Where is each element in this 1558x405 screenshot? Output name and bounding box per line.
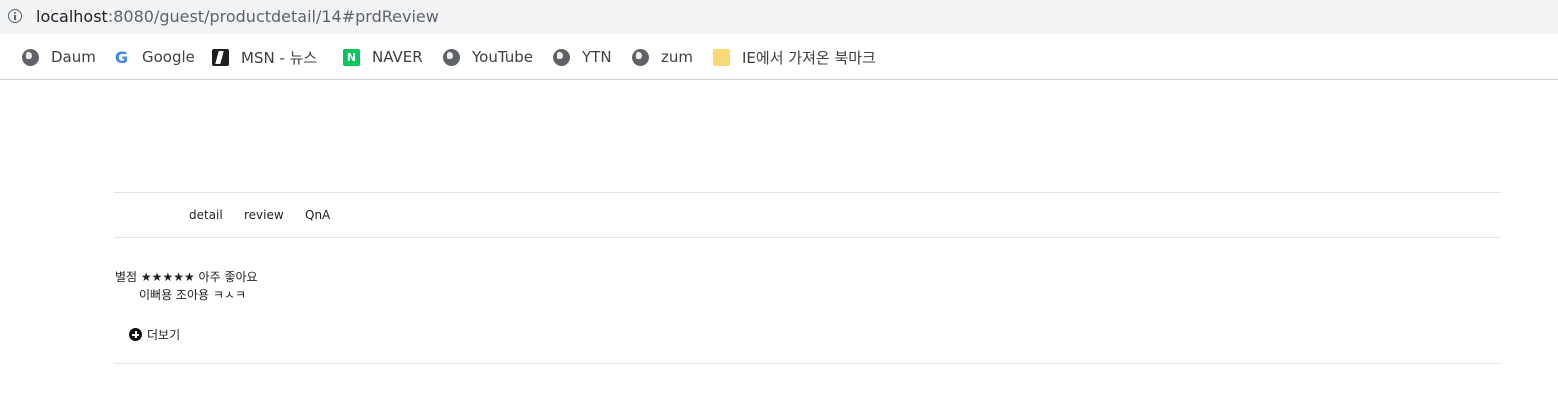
- tab-qna[interactable]: QnA: [305, 207, 330, 223]
- bookmark-daum[interactable]: Daum: [22, 47, 96, 67]
- google-icon: G: [114, 47, 129, 67]
- bookmark-zum[interactable]: zum: [632, 47, 693, 67]
- more-label: 더보기: [147, 328, 181, 342]
- url-path: :8080/guest/productdetail/14#prdReview: [107, 7, 439, 26]
- review-content: 이뻐용 조아용 ㅋㅅㅋ: [139, 288, 246, 302]
- address-bar: localhost:8080/guest/productdetail/14#pr…: [0, 0, 1558, 34]
- globe-icon: [22, 48, 39, 66]
- bookmarks-bar: Daum G Google MSN - 뉴스 N NAVER YouTube Y…: [0, 34, 1558, 80]
- folder-icon: [713, 48, 730, 66]
- bookmark-label: MSN - 뉴스: [241, 48, 318, 67]
- bookmark-folder-ie[interactable]: IE에서 가져온 북마크: [713, 47, 876, 67]
- bookmark-label: YouTube: [472, 48, 533, 66]
- globe-icon: [632, 48, 649, 66]
- url-field[interactable]: localhost:8080/guest/productdetail/14#pr…: [36, 7, 439, 27]
- bookmark-label: YTN: [582, 48, 612, 66]
- msn-icon: [212, 48, 229, 66]
- divider: [114, 192, 1501, 193]
- globe-icon: [443, 48, 460, 66]
- tab-detail[interactable]: detail: [189, 207, 223, 223]
- plus-circle-icon: [129, 328, 142, 341]
- bookmark-label: zum: [661, 48, 693, 66]
- rating-label: 별점: [115, 270, 138, 284]
- bookmark-label: IE에서 가져온 북마크: [742, 48, 876, 67]
- url-host: localhost: [36, 7, 108, 26]
- more-button[interactable]: 더보기: [129, 326, 180, 343]
- bookmark-ytn[interactable]: YTN: [553, 47, 612, 67]
- globe-icon: [553, 48, 570, 66]
- bookmark-label: NAVER: [372, 48, 423, 66]
- divider: [114, 363, 1501, 364]
- bookmark-label: Daum: [51, 48, 96, 66]
- star-rating: ★★★★★: [140, 270, 195, 284]
- divider: [114, 237, 1501, 238]
- bookmark-msn[interactable]: MSN - 뉴스: [212, 47, 317, 67]
- bookmark-label: Google: [142, 48, 195, 66]
- rating-text: 아주 좋아요: [198, 270, 258, 284]
- bookmark-google[interactable]: G Google: [113, 47, 195, 67]
- bookmark-naver[interactable]: N NAVER: [343, 47, 423, 67]
- bookmark-youtube[interactable]: YouTube: [443, 47, 533, 67]
- tab-review[interactable]: review: [244, 207, 284, 223]
- info-icon[interactable]: [8, 9, 22, 23]
- review-rating: 별점 ★★★★★ 아주 좋아요: [115, 269, 258, 285]
- naver-icon: N: [343, 48, 360, 66]
